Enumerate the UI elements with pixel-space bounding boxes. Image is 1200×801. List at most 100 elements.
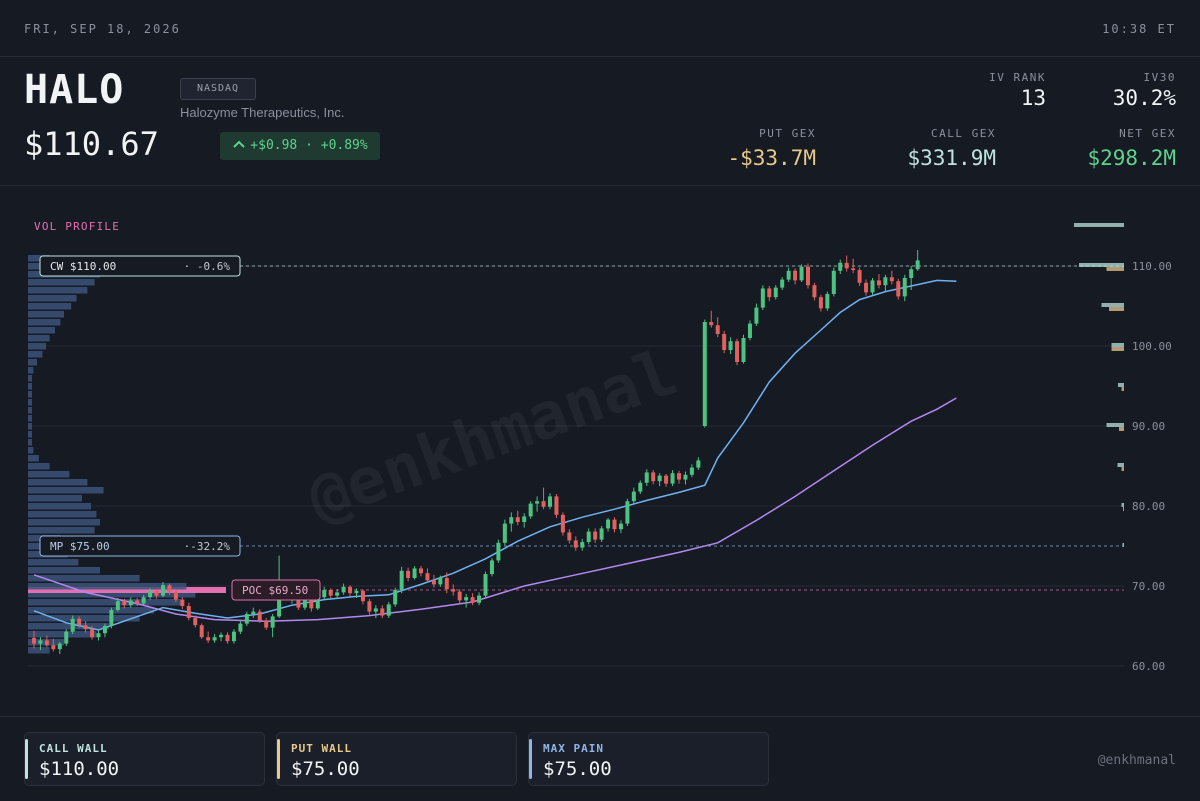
company-name: Halozyme Therapeutics, Inc.: [180, 105, 345, 120]
net-gex-stat: NET GEX $298.2M: [1050, 127, 1176, 170]
profile-bar: [28, 647, 50, 654]
candle-up: [335, 592, 340, 596]
candle-up: [212, 637, 217, 641]
profile-bar: [28, 399, 32, 406]
candle-up: [670, 473, 675, 484]
candle-down: [425, 573, 430, 581]
gex-put-bar: [1123, 507, 1124, 511]
candle-up: [831, 270, 836, 294]
vol-profile-label: VOL PROFILE: [34, 220, 120, 233]
candle-down: [573, 540, 578, 548]
candle-up: [251, 611, 256, 614]
candle-up: [760, 288, 765, 308]
iv30-label: IV30: [1143, 71, 1176, 84]
candle-down: [328, 590, 333, 596]
profile-bar: [28, 351, 43, 358]
arrow-up-icon: [232, 132, 246, 160]
candle-up: [883, 277, 888, 286]
put-wall-value: $75.00: [291, 758, 360, 780]
candle-down: [735, 341, 740, 362]
candle-down: [470, 597, 475, 603]
candle-down: [90, 629, 95, 638]
candle-up: [373, 608, 378, 612]
gex-put-bar: [1109, 307, 1124, 311]
profile-bar: [28, 303, 72, 310]
candle-down: [51, 645, 56, 650]
profile-bar: [28, 295, 77, 302]
candle-up: [70, 618, 75, 632]
candle-down: [612, 519, 617, 530]
profile-bar: [28, 511, 97, 518]
candle-up: [354, 590, 359, 594]
candle-up: [393, 590, 398, 605]
candle-up: [238, 623, 243, 632]
y-tick-label: 90.00: [1132, 420, 1165, 433]
candle-down: [206, 637, 211, 641]
candle-up: [580, 542, 585, 548]
candle-up: [483, 574, 488, 596]
candle-down: [541, 501, 546, 507]
candle-up: [102, 626, 107, 634]
gex-put-bar: [1111, 347, 1124, 351]
profile-bar: [28, 335, 50, 342]
gex-call-bar: [1117, 463, 1124, 467]
gex-bars: [1074, 223, 1124, 547]
candle-up: [728, 341, 733, 350]
profile-bar: [28, 343, 46, 350]
footer: CALL WALL $110.00 PUT WALL $75.00 MAX PA…: [0, 716, 1200, 801]
candle-down: [709, 322, 714, 326]
profile-bar: [28, 431, 32, 438]
candle-up: [747, 323, 752, 338]
chart-svg[interactable]: 60.0070.0080.0090.00100.00110.00 @enkhma…: [0, 186, 1200, 716]
profile-bar: [28, 631, 97, 638]
candle-up: [522, 516, 527, 522]
put-wall-card: PUT WALL $75.00: [276, 732, 517, 786]
candle-up: [657, 475, 662, 482]
candle-up: [586, 531, 591, 542]
profile-bar: [28, 471, 70, 478]
price-chart[interactable]: 60.00 70.00 80.00 90.00 100.00 110.00 @enkhma…: [0, 186, 1200, 716]
candle-down: [567, 532, 572, 541]
candle-down: [193, 618, 198, 626]
y-axis: 60.00 70.00 80.00 90.00 100.00 110.00: [1132, 260, 1172, 673]
candle-up: [625, 501, 630, 524]
call-gex-stat: CALL GEX $331.9M: [870, 127, 996, 170]
put-wall-accent: [277, 739, 280, 779]
candle-down: [677, 473, 681, 480]
iv30-stat: IV30 30.2%: [1080, 71, 1176, 110]
candle-up: [399, 570, 404, 590]
profile-bar: [28, 527, 95, 534]
candle-down: [406, 570, 411, 578]
candle-up: [870, 280, 875, 293]
max-pain-value: $75.00: [543, 758, 612, 780]
candle-down: [818, 297, 823, 309]
gex-call-bar: [1111, 343, 1124, 347]
candle-down: [173, 591, 178, 600]
cw-pct-text: · -0.6%: [184, 260, 231, 273]
net-gex-label: NET GEX: [1119, 127, 1176, 140]
candle-down: [806, 266, 810, 286]
candle-down: [844, 262, 849, 269]
last-price: $110.67: [24, 125, 159, 163]
candle-up: [148, 590, 153, 598]
candle-up: [128, 600, 133, 606]
candle-down: [225, 634, 230, 642]
candle-up: [64, 631, 69, 644]
candle-up: [638, 482, 643, 492]
candle-up: [38, 640, 43, 644]
candle-down: [154, 590, 159, 596]
top-bar: FRI, SEP 18, 2026 10:38 ET: [0, 0, 1200, 57]
candle-down: [515, 517, 520, 522]
candle-up: [219, 634, 224, 638]
candle-up: [96, 633, 101, 638]
candle-down: [431, 580, 436, 585]
put-wall-label: PUT WALL: [291, 742, 352, 755]
candle-up: [438, 578, 443, 585]
candle-down: [560, 514, 565, 533]
cw-label-text: CW $110.00: [50, 260, 116, 273]
candle-down: [857, 270, 862, 283]
candle-down: [348, 586, 353, 594]
profile-bar: [28, 359, 37, 366]
candle-down: [419, 568, 423, 574]
price-change-badge: +$0.98 · +0.89%: [220, 132, 380, 160]
